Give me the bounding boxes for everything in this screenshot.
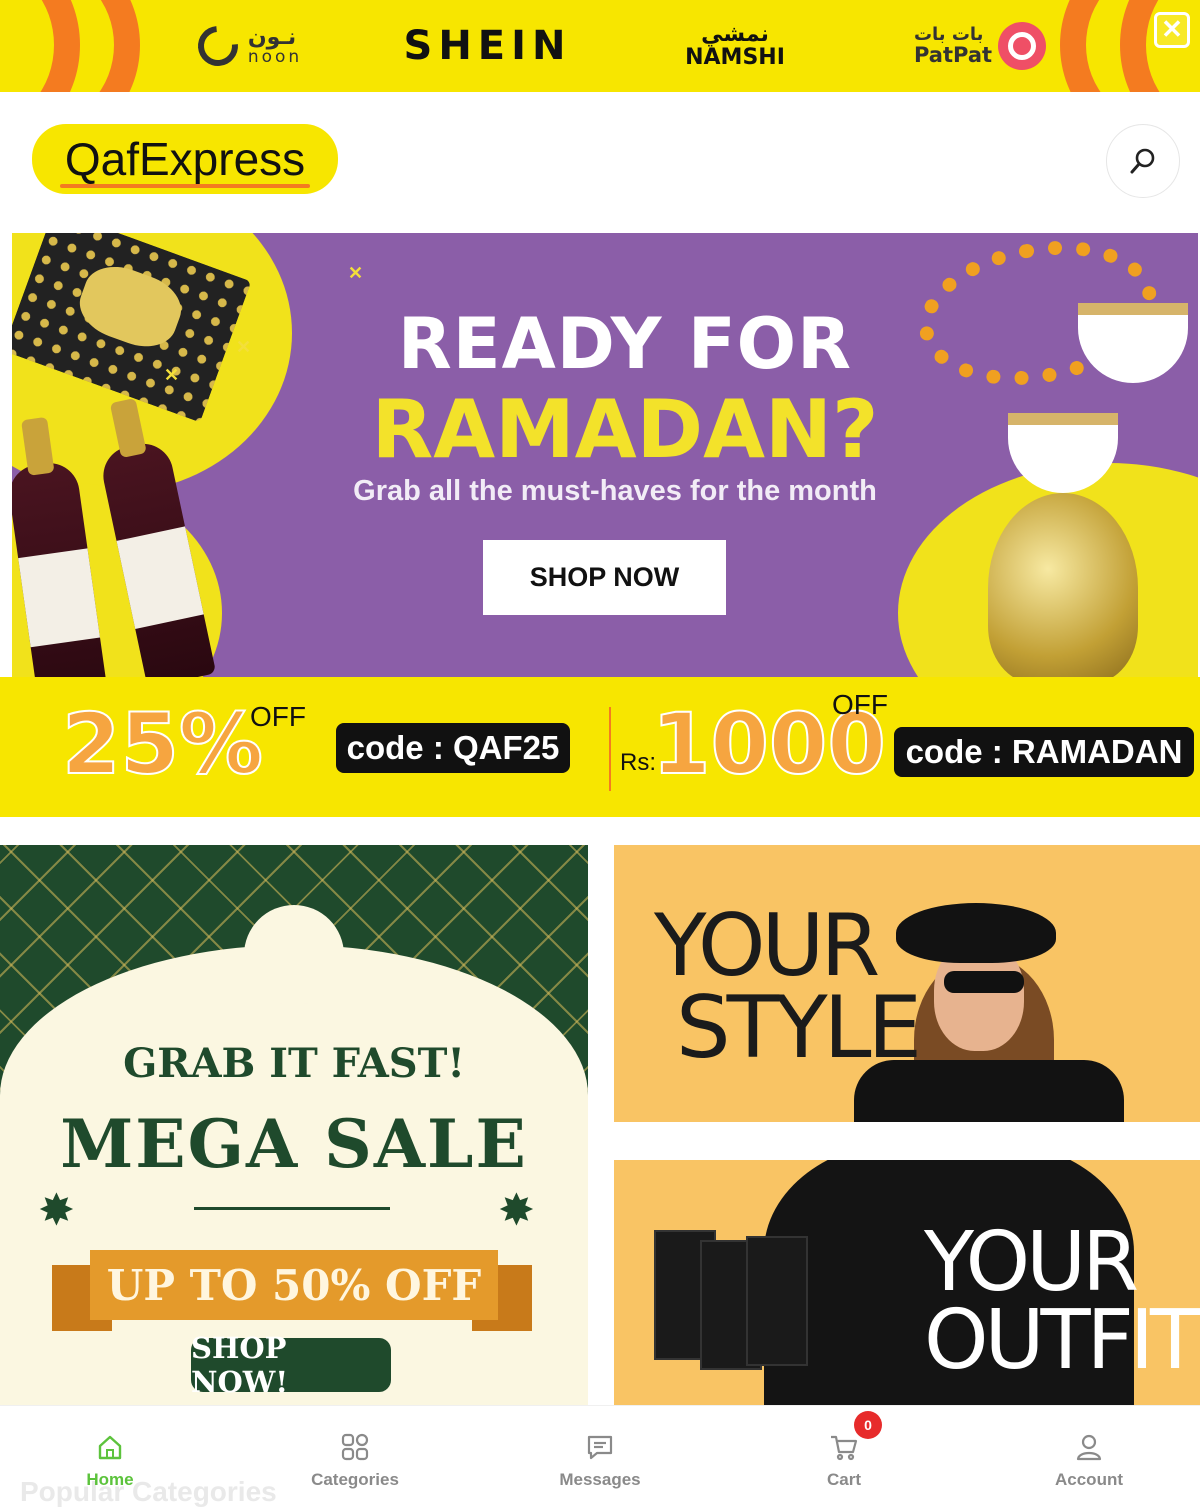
coupon1-amount: 25% xyxy=(61,694,264,794)
divider-line xyxy=(194,1207,390,1210)
style-card-line2: STYLE xyxy=(676,978,922,1078)
coupon-divider xyxy=(609,707,611,791)
your-style-banner[interactable]: YOUR STYLE xyxy=(614,845,1200,1122)
nav-categories-label: Categories xyxy=(311,1469,399,1489)
brand-namshi[interactable]: نمشي NAMSHI xyxy=(680,0,790,92)
your-outfit-banner[interactable]: YOUR OUTFIT xyxy=(614,1160,1200,1405)
coupon2-code[interactable]: code : RAMADAN xyxy=(894,727,1194,777)
search-button[interactable] xyxy=(1106,124,1180,198)
star-icon: ✸ xyxy=(38,1186,75,1235)
patpat-logo-icon xyxy=(998,22,1047,70)
brand-patpat[interactable]: بات بات PatPat xyxy=(910,0,1050,92)
bottom-navigation-bar: Popular Categories Home Categories Messa… xyxy=(0,1405,1200,1512)
brand-noon[interactable]: نـون noon xyxy=(189,0,310,92)
nav-categories[interactable]: Categories xyxy=(233,1406,477,1512)
model-image xyxy=(896,903,1056,963)
patpat-arabic-text: بات بات xyxy=(913,23,984,45)
close-banner-button[interactable]: ✕ xyxy=(1154,12,1190,48)
brand-shein[interactable]: SHEIN xyxy=(404,0,570,92)
qafexpress-logo[interactable]: QafExpress xyxy=(32,124,338,194)
cart-count-badge: 0 xyxy=(854,1411,882,1439)
coupon2-currency: Rs: xyxy=(620,749,656,776)
coupon1-code[interactable]: code : QAF25 xyxy=(336,723,570,773)
hero-subtitle: Grab all the must-haves for the month xyxy=(353,475,877,507)
discount-ribbon: UP TO 50% OFF xyxy=(90,1250,498,1320)
grid-icon xyxy=(338,1430,372,1464)
namshi-text: NAMSHI xyxy=(685,45,785,70)
ramadan-hero-banner[interactable]: ✕ ✕ ✕ READY FOR RAMADAN? Grab all the mu… xyxy=(12,233,1198,677)
mega-sale-banner[interactable]: GRAB IT FAST! MEGA SALE ✸ ✸ UP TO 50% OF… xyxy=(0,845,588,1405)
close-icon: ✕ xyxy=(1161,14,1183,44)
nav-cart[interactable]: 0 Cart xyxy=(722,1406,966,1512)
mega-sale-tagline: GRAB IT FAST! xyxy=(123,1040,465,1087)
noon-text: noon xyxy=(247,46,303,67)
user-icon xyxy=(1072,1430,1106,1464)
dallah-coffee-pot-image xyxy=(988,493,1138,677)
mega-sale-shop-now-button[interactable]: SHOP NOW! xyxy=(191,1331,391,1399)
style-card-line1: YOUR xyxy=(654,896,880,996)
hero-title-line2: RAMADAN? xyxy=(371,383,879,476)
app-screen: نـون noon SHEIN نمشي NAMSHI بات بات PatP… xyxy=(0,0,1200,1512)
hero-shop-now-button[interactable]: SHOP NOW xyxy=(483,540,726,615)
cart-icon xyxy=(827,1430,861,1464)
nav-home[interactable]: Home xyxy=(0,1406,232,1512)
partner-brands-banner[interactable]: نـون noon SHEIN نمشي NAMSHI بات بات PatP… xyxy=(0,0,1200,92)
noon-arabic-text: نـون xyxy=(247,24,297,50)
search-icon xyxy=(1130,148,1155,174)
nav-cart-label: Cart xyxy=(826,1469,861,1489)
coupon1-off-label: OFF xyxy=(250,701,306,732)
decor-arc xyxy=(0,0,80,92)
coupon2-off-label: OFF xyxy=(832,689,888,720)
sparkle-icon: ✕ xyxy=(348,263,364,283)
namshi-arabic-text: نمشي xyxy=(701,21,769,47)
outfit-card-line2: OUTFIT xyxy=(924,1293,1200,1388)
mega-sale-title: MEGA SALE xyxy=(60,1105,528,1183)
nav-account[interactable]: Account xyxy=(967,1406,1200,1512)
app-header: QafExpress xyxy=(0,92,1200,232)
coupon-strip[interactable]: 25% OFF code : QAF25 Rs: 1000 OFF code :… xyxy=(0,677,1200,817)
noon-logo-icon xyxy=(189,17,246,75)
sunglasses-image xyxy=(944,971,1024,993)
nav-home-label: Home xyxy=(86,1469,134,1489)
outfit-card-line1: YOUR xyxy=(924,1215,1139,1310)
nav-messages-label: Messages xyxy=(559,1469,641,1489)
star-icon: ✸ xyxy=(498,1186,535,1235)
message-icon xyxy=(583,1430,617,1464)
home-icon xyxy=(93,1430,127,1464)
shopping-bag-image xyxy=(746,1236,808,1366)
patpat-text: PatPat xyxy=(913,43,993,68)
nav-messages[interactable]: Messages xyxy=(478,1406,722,1512)
nav-account-label: Account xyxy=(1055,1469,1123,1489)
hero-title-line1: READY FOR xyxy=(397,303,853,385)
